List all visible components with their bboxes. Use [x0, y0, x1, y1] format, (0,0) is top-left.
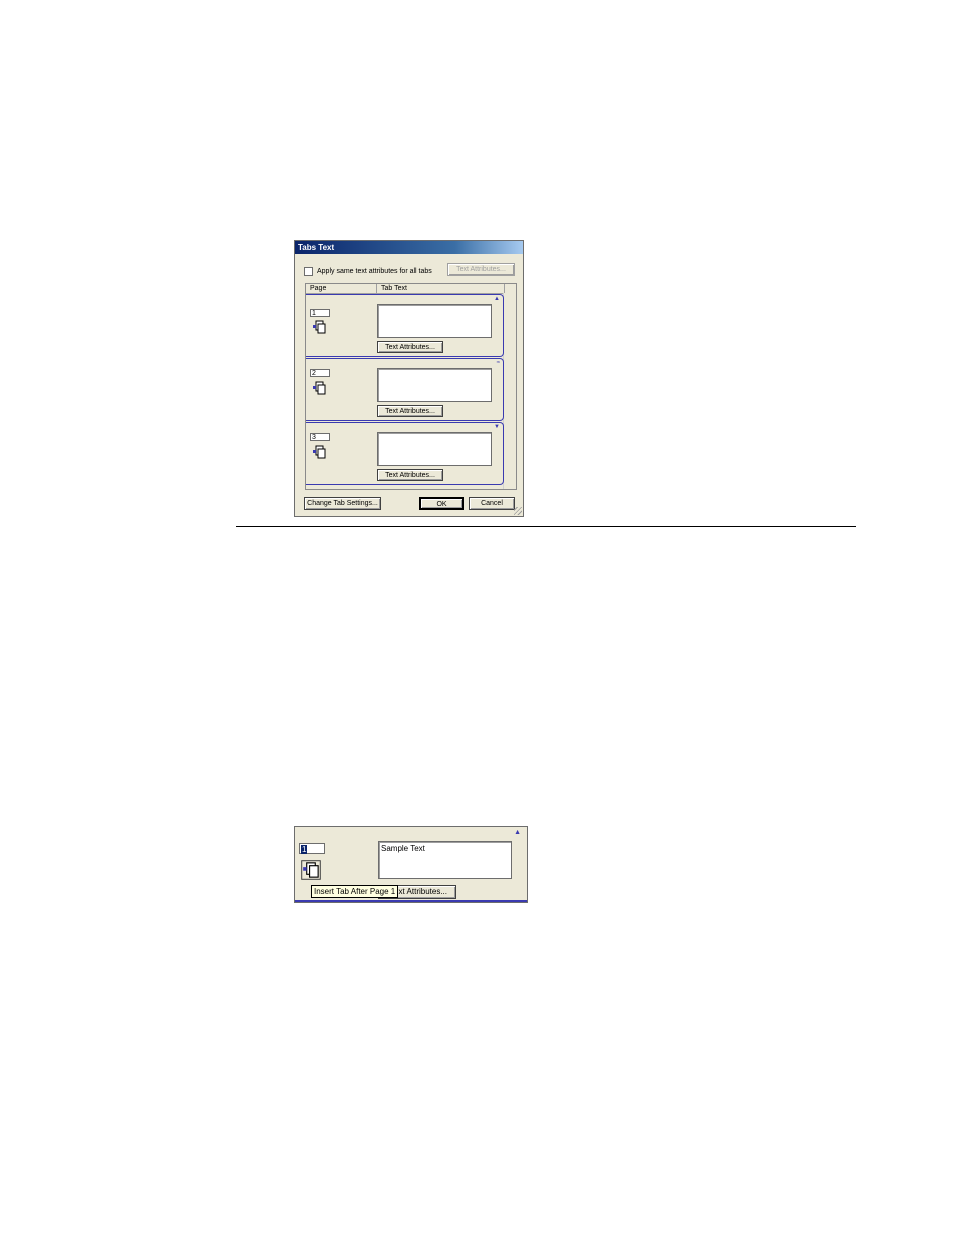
tab-text-area[interactable] — [377, 432, 492, 466]
tabs-list: Page Tab Text ▲ 1 Text Attributes... ≈ 2 — [305, 283, 517, 490]
section-divider — [236, 526, 856, 527]
list-scrollbar[interactable] — [503, 293, 516, 489]
insert-page-icon[interactable] — [312, 320, 326, 334]
page-number-field[interactable]: 2 — [310, 369, 330, 377]
page-number-selected: 1 — [301, 845, 308, 854]
move-icon[interactable]: ≈ — [497, 360, 500, 366]
collapse-up-icon[interactable]: ▲ — [494, 296, 500, 302]
tab-entry: ▲ 1 Text Attributes... — [306, 294, 504, 357]
apply-same-row[interactable]: Apply same text attributes for all tabs — [304, 266, 432, 276]
page-number-field[interactable]: 1 — [299, 843, 325, 854]
tab-text-area[interactable]: Sample Text — [378, 841, 512, 879]
tabs-text-dialog: Tabs Text Apply same text attributes for… — [294, 240, 524, 517]
tab-text-area[interactable] — [377, 368, 492, 402]
insert-page-icon[interactable] — [301, 860, 321, 880]
insert-tab-tooltip: Insert Tab After Page 1 — [311, 885, 399, 898]
text-attributes-button[interactable]: Text Attributes... — [377, 405, 443, 417]
tab-entry: ▼ 3 Text Attributes... — [306, 422, 504, 485]
collapse-down-icon[interactable]: ▼ — [494, 424, 500, 430]
text-attributes-button[interactable]: Text Attributes... — [377, 469, 443, 481]
tab-entry-detail: ▲ 1 Sample Text xt Attributes... Insert … — [294, 826, 528, 903]
dialog-title: Tabs Text — [295, 241, 523, 254]
text-attributes-all-button[interactable]: Text Attributes... — [447, 263, 515, 276]
entry-bottom-border — [295, 900, 527, 902]
change-tab-settings-button[interactable]: Change Tab Settings... — [304, 497, 381, 510]
apply-same-checkbox[interactable] — [304, 266, 313, 276]
cancel-button[interactable]: Cancel — [469, 497, 515, 510]
collapse-up-icon[interactable]: ▲ — [514, 829, 521, 836]
insert-page-icon[interactable] — [312, 381, 326, 395]
page-number-field[interactable]: 1 — [310, 309, 330, 317]
column-tab-text[interactable]: Tab Text — [381, 284, 407, 293]
insert-page-icon[interactable] — [312, 445, 326, 459]
tab-entry: ≈ 2 Text Attributes... — [306, 358, 504, 421]
resize-grip[interactable] — [514, 507, 522, 515]
apply-same-label: Apply same text attributes for all tabs — [317, 267, 432, 275]
page-number-field[interactable]: 3 — [310, 433, 330, 441]
tab-text-area[interactable] — [377, 304, 492, 338]
ok-button[interactable]: OK — [419, 497, 464, 510]
column-page[interactable]: Page — [310, 284, 326, 293]
column-header: Page Tab Text — [306, 284, 516, 294]
text-attributes-button[interactable]: Text Attributes... — [377, 341, 443, 353]
